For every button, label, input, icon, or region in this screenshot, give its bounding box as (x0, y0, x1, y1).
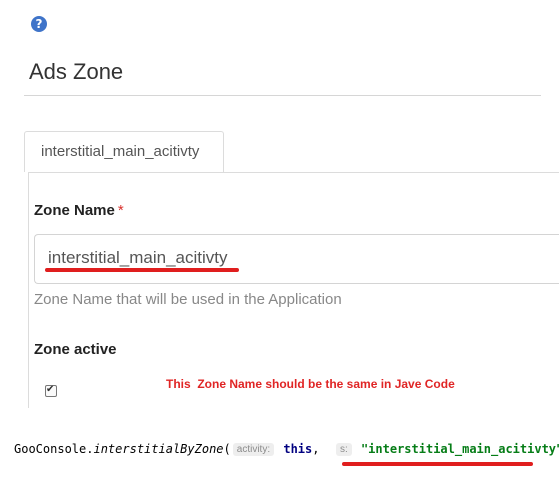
param-hint-activity: activity: (232, 443, 275, 456)
code-method: interstitialByZone (93, 442, 224, 456)
zone-name-input[interactable]: interstitial_main_acitivty (34, 234, 559, 284)
code-arg-this: this (283, 442, 313, 456)
tab-label: interstitial_main_acitivty (41, 143, 200, 160)
param-hint-s: s: (335, 443, 352, 456)
annotation-note: This Zone Name should be the same in Jav… (166, 377, 455, 391)
zone-active-checkbox[interactable]: ✔ (45, 384, 57, 397)
zone-name-label: Zone Name * (34, 202, 124, 219)
checkmark-icon: ✔ (46, 384, 55, 395)
code-arg-string: "interstitial_main_acitivty" (360, 442, 559, 456)
zone-name-label-text: Zone Name (34, 202, 115, 219)
zone-name-help-text: Zone Name that will be used in the Appli… (34, 291, 342, 308)
required-marker: * (117, 202, 124, 219)
code-open-paren: ( (223, 442, 231, 456)
code-object: GooConsole. (14, 442, 94, 456)
code-comma: , (312, 442, 320, 456)
code-snippet: GooConsole.interstitialByZone(activity: … (14, 442, 559, 456)
help-icon[interactable]: ? (31, 16, 47, 32)
zone-name-input-value: interstitial_main_acitivty (48, 248, 228, 267)
code-string-highlight-underline (342, 462, 533, 466)
page-title: Ads Zone (29, 59, 124, 84)
tab-zone[interactable]: interstitial_main_acitivty (24, 131, 224, 172)
ads-zone-page: ? Ads Zone interstitial_main_acitivty Zo… (0, 0, 559, 496)
title-divider (24, 95, 541, 96)
zone-active-label: Zone active (34, 341, 117, 358)
zone-name-highlight-underline (45, 268, 239, 272)
